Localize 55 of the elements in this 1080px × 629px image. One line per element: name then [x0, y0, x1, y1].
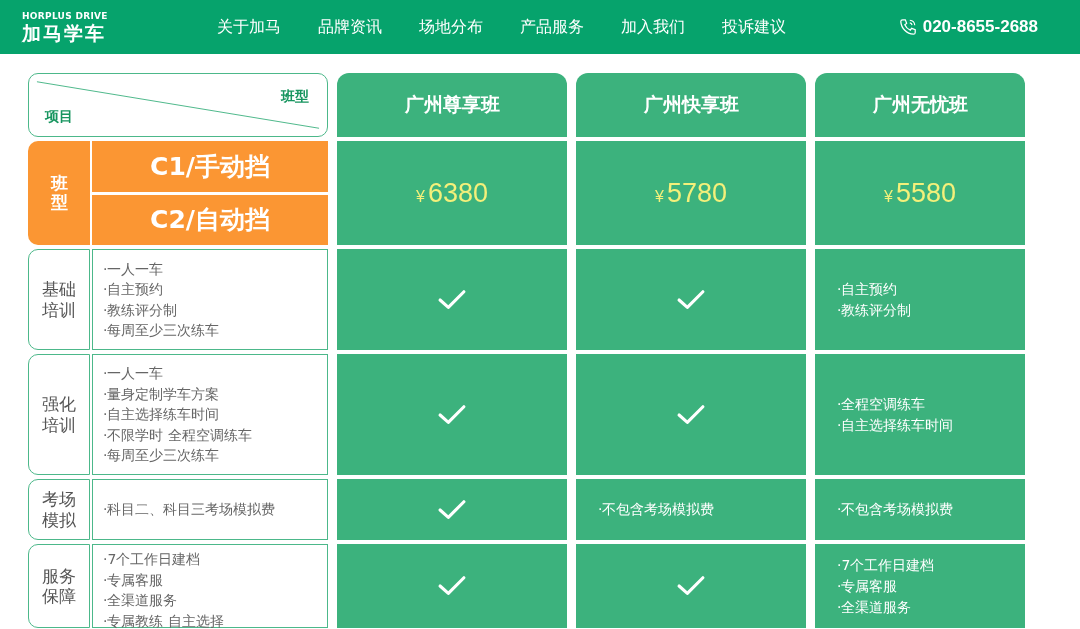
- phone-icon: [898, 18, 917, 36]
- class-type-option: C2/自动挡: [92, 194, 328, 245]
- feature-line: ·全渠道服务: [103, 591, 179, 610]
- plan-name-header: 广州快享班: [576, 73, 806, 137]
- column-axis-label: 班型: [281, 88, 309, 106]
- check-icon: [437, 498, 467, 521]
- plan-name-header: 广州无忧班: [815, 73, 1025, 137]
- check-icon: [676, 288, 706, 311]
- plan-name-header: 广州尊享班: [337, 73, 567, 137]
- feature-line: ·专属客服: [837, 576, 899, 596]
- feature-line: ·自主选择练车时间: [837, 415, 954, 435]
- feature-line: ·专属客服: [103, 570, 165, 590]
- nav-link[interactable]: 场地分布: [419, 16, 483, 38]
- check-icon: [676, 403, 706, 426]
- feature-line: ·专属教练 自主选择: [103, 611, 225, 629]
- feature-line: ·7个工作日建档: [103, 550, 202, 569]
- feature-line: ·不包含考场模拟费: [598, 500, 715, 519]
- feature-line: ·教练评分制: [103, 300, 179, 320]
- price-cell: ¥5580: [815, 141, 1025, 245]
- feature-line: ·7个工作日建档: [837, 555, 935, 575]
- nav-link[interactable]: 产品服务: [520, 16, 584, 38]
- feature-line: ·每周至少三次练车: [103, 321, 221, 340]
- nav-link[interactable]: 关于加马: [217, 16, 281, 38]
- feature-line: ·每周至少三次练车: [103, 446, 221, 466]
- class-type-label: 班型: [28, 141, 90, 245]
- feature-line: ·不限学时 全程空调练车: [103, 425, 253, 445]
- row-label: 考场模拟: [28, 479, 90, 540]
- row-label: 基础培训: [28, 249, 90, 350]
- nav-link[interactable]: 品牌资讯: [318, 16, 382, 38]
- feature-line: ·不包含考场模拟费: [837, 500, 954, 519]
- check-icon: [437, 288, 467, 311]
- check-icon: [676, 575, 706, 597]
- feature-line: ·自主选择练车时间: [103, 405, 221, 425]
- feature-line: ·量身定制学车方案: [103, 384, 221, 404]
- feature-line: ·全渠道服务: [837, 597, 913, 617]
- logo-title[interactable]: 加马学车: [22, 21, 217, 44]
- nav-link[interactable]: 加入我们: [621, 16, 685, 38]
- nav-link[interactable]: 投诉建议: [722, 16, 786, 38]
- feature-line: ·一人一车: [103, 259, 165, 279]
- feature-line: ·全程空调练车: [837, 394, 927, 414]
- phone-number: 020-8655-2688: [922, 17, 1038, 37]
- feature-line: ·自主预约: [103, 280, 165, 299]
- check-icon: [437, 403, 467, 426]
- row-label: 强化培训: [28, 354, 90, 475]
- feature-line: ·自主预约: [837, 279, 899, 299]
- logo-subtitle: HORPLUS DRIVE: [22, 10, 109, 22]
- row-label: 服务保障: [28, 544, 90, 628]
- row-axis-label: 项目: [45, 108, 73, 126]
- price-cell: ¥6380: [337, 141, 567, 245]
- price-cell: ¥5780: [576, 141, 806, 245]
- feature-line: ·一人一车: [103, 364, 165, 384]
- class-type-option: C1/手动挡: [92, 141, 328, 192]
- feature-line: ·科目二、科目三考场模拟费: [103, 500, 277, 520]
- check-icon: [437, 575, 467, 597]
- feature-line: ·教练评分制: [837, 300, 912, 320]
